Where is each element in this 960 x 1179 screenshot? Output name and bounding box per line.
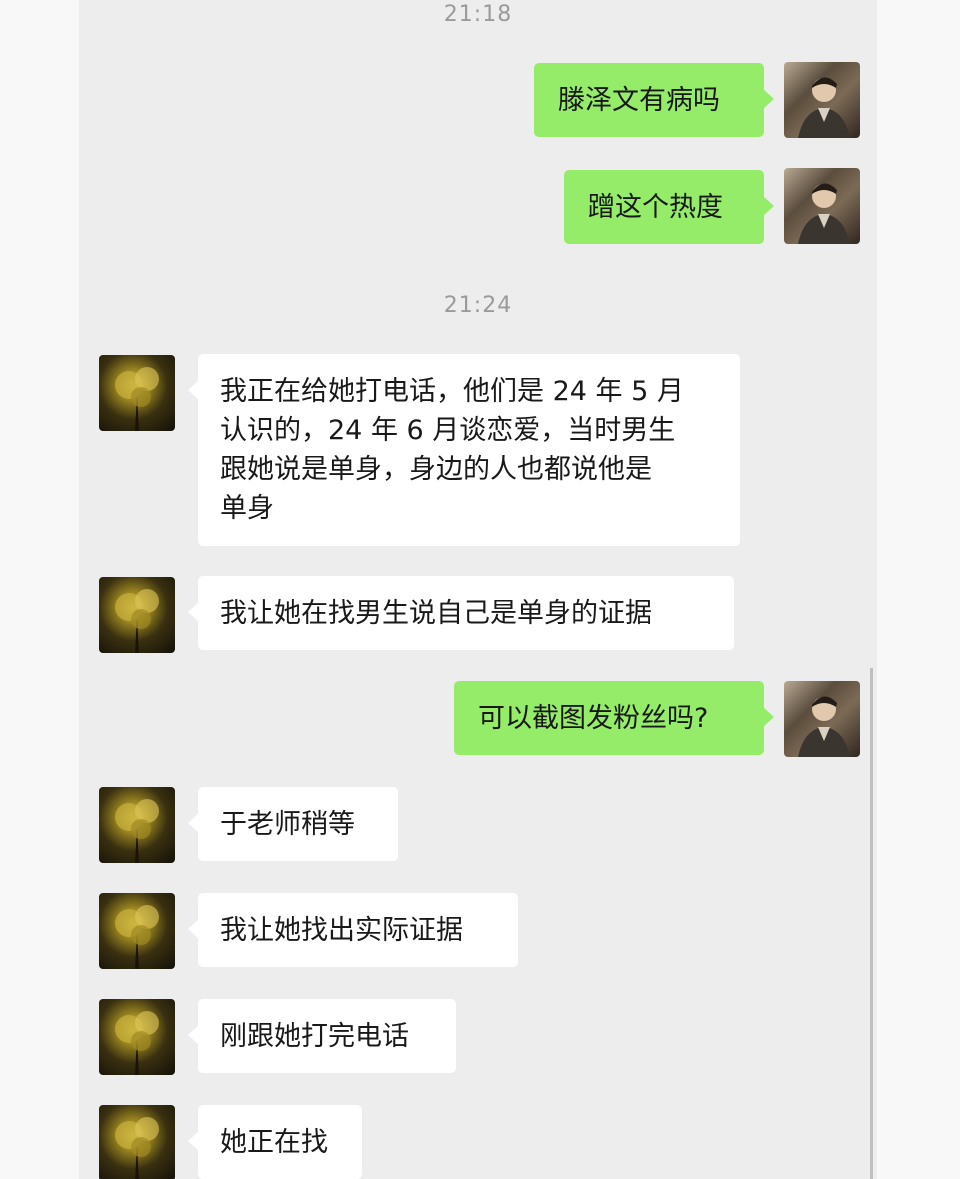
contact-avatar[interactable]	[99, 893, 175, 969]
person-avatar-icon	[798, 183, 850, 244]
tree-avatar-icon	[115, 367, 159, 431]
person-avatar-icon	[798, 77, 850, 138]
my-avatar[interactable]	[784, 168, 860, 244]
tree-avatar-icon	[115, 799, 159, 863]
tree-avatar-icon	[115, 905, 159, 969]
timestamp-divider: 21:24	[443, 293, 513, 318]
contact-avatar[interactable]	[99, 999, 175, 1075]
scrollbar[interactable]	[870, 668, 873, 1179]
message-bubble-received[interactable]: 我让她找出实际证据	[188, 893, 518, 967]
screenshot-frame: 21:18 滕泽文有病吗 蹭这个热度 21:24 我正在给她打电话，他们是 24…	[0, 0, 960, 1179]
message-bubble-received[interactable]: 我让她在找男生说自己是单身的证据	[188, 576, 734, 650]
tree-avatar-icon	[115, 589, 159, 653]
message-bubble-sent[interactable]: 蹭这个热度	[564, 170, 774, 244]
contact-avatar[interactable]	[99, 577, 175, 653]
message-bubble-received[interactable]: 我正在给她打电话，他们是 24 年 5 月 认识的，24 年 6 月谈恋爱，当时…	[188, 354, 740, 546]
message-bubble-received[interactable]: 于老师稍等	[188, 787, 398, 861]
person-avatar-icon	[798, 696, 850, 757]
tree-avatar-icon	[115, 1011, 159, 1075]
message-bubble-sent[interactable]: 可以截图发粉丝吗?	[454, 681, 774, 755]
contact-avatar[interactable]	[99, 787, 175, 863]
my-avatar[interactable]	[784, 62, 860, 138]
message-bubble-received[interactable]: 刚跟她打完电话	[188, 999, 456, 1073]
message-bubble-received[interactable]: 她正在找	[188, 1105, 362, 1179]
message-bubble-sent[interactable]: 滕泽文有病吗	[534, 63, 774, 137]
my-avatar[interactable]	[784, 681, 860, 757]
timestamp-divider: 21:18	[443, 2, 513, 27]
contact-avatar[interactable]	[99, 355, 175, 431]
contact-avatar[interactable]	[99, 1105, 175, 1179]
tree-avatar-icon	[115, 1117, 159, 1179]
